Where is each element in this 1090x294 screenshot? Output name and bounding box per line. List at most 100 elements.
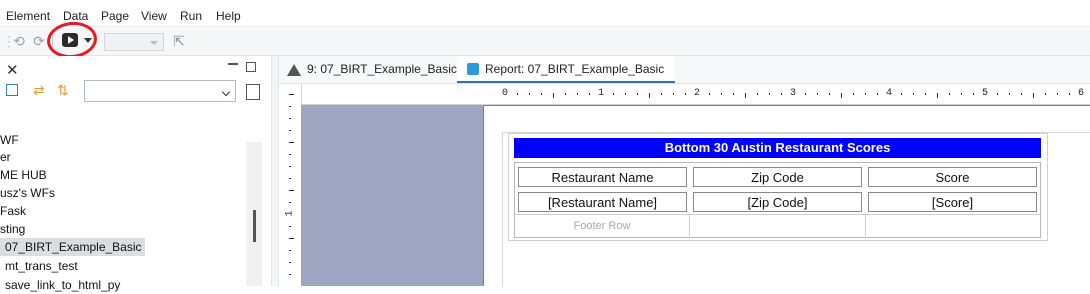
- ruler-tick: [289, 190, 294, 191]
- ruler-tick: [289, 250, 291, 251]
- menu-help[interactable]: Help: [216, 9, 241, 23]
- tree-item[interactable]: sting: [0, 220, 25, 238]
- tree-item-selected[interactable]: 07_BIRT_Example_Basic: [0, 238, 145, 256]
- tree-item[interactable]: er: [0, 148, 11, 166]
- tree-item[interactable]: save_link_to_html_py: [5, 276, 120, 294]
- report-editor: 0 1 2 3 4 5 6 1 Bottom 30 Austin Restaurant Sc…: [279, 84, 1090, 287]
- ruler-tick: [289, 226, 291, 227]
- ruler-tick: [565, 93, 566, 95]
- vertical-ruler: 1: [279, 84, 302, 286]
- tree-item[interactable]: usz's WFs: [0, 184, 55, 202]
- navigate-icon[interactable]: ⇱: [170, 32, 188, 50]
- ruler-tick: [577, 93, 578, 95]
- editor-tabs: 9: 07_BIRT_Example_Basic Report: 07_BIRT…: [279, 56, 1090, 84]
- ruler-tick: [289, 154, 291, 155]
- detail-cell[interactable]: [Restaurant Name]: [518, 192, 687, 212]
- ruler-tick: [289, 262, 291, 263]
- ruler-tick: [685, 93, 686, 95]
- ruler-tick: [949, 93, 950, 95]
- header-cell[interactable]: Score: [868, 167, 1037, 187]
- menu-element[interactable]: Element: [6, 9, 50, 23]
- maximize-icon[interactable]: [246, 62, 256, 72]
- report-icon: [467, 63, 479, 75]
- header-cell[interactable]: Zip Code: [693, 167, 862, 187]
- menu-page[interactable]: Page: [101, 9, 129, 23]
- report-table[interactable]: Restaurant Name Zip Code Score [Restaura…: [514, 162, 1041, 238]
- ruler-tick: [541, 93, 542, 95]
- ruler-tick: [649, 93, 650, 98]
- undo-icon[interactable]: ⟲: [10, 32, 28, 50]
- ruler-tick: [673, 93, 674, 95]
- tree-item[interactable]: mt_trans_test: [5, 257, 78, 275]
- ruler-tick: [289, 142, 294, 143]
- ruler-tick: [1069, 93, 1070, 95]
- ruler-tick: [289, 274, 291, 275]
- menu-bar: Element Data Page View Run Help: [0, 0, 1090, 27]
- ruler-tick: [841, 93, 842, 98]
- ruler-tick: [937, 93, 938, 98]
- ruler-tick: [877, 93, 878, 95]
- filter-combo[interactable]: [84, 80, 236, 102]
- tab-workflow[interactable]: 9: 07_BIRT_Example_Basic: [279, 56, 477, 83]
- ruler-tick: [805, 93, 806, 95]
- chevron-down-icon: [221, 87, 231, 97]
- tab-label: 9: 07_BIRT_Example_Basic: [307, 62, 457, 76]
- footer-cell[interactable]: [690, 214, 866, 236]
- menu-view[interactable]: View: [141, 9, 167, 23]
- tree-item[interactable]: WF: [0, 131, 19, 149]
- ruler-tick: [1057, 93, 1058, 95]
- toolbar-combo[interactable]: [104, 33, 164, 51]
- footer-cell[interactable]: Footer Row: [515, 214, 690, 236]
- tab-report[interactable]: Report: 07_BIRT_Example_Basic: [457, 56, 675, 83]
- ruler-label: 1: [284, 210, 296, 217]
- toolbar-grip-icon: ⋮: [2, 33, 16, 49]
- report-title[interactable]: Bottom 30 Austin Restaurant Scores: [514, 138, 1041, 158]
- collapse-all-icon[interactable]: [6, 84, 18, 96]
- ruler-tick: [289, 118, 291, 119]
- report-page: Bottom 30 Austin Restaurant Scores Resta…: [483, 105, 1090, 287]
- ruler-tick: [853, 93, 854, 95]
- ruler-tick: [289, 166, 291, 167]
- detail-cell[interactable]: [Zip Code]: [693, 192, 862, 212]
- ruler-tick: [1009, 93, 1010, 95]
- ruler-tick: [757, 93, 758, 95]
- ruler-tick: [769, 93, 770, 95]
- tree-item[interactable]: ME HUB: [0, 166, 47, 184]
- ruler-label: 6: [1078, 88, 1085, 99]
- ruler-tick: [289, 130, 291, 131]
- report-grid[interactable]: Bottom 30 Austin Restaurant Scores Resta…: [508, 133, 1048, 241]
- ruler-tick: [1021, 93, 1022, 95]
- ruler-tick: [613, 93, 614, 95]
- header-cell[interactable]: Restaurant Name: [518, 167, 687, 187]
- ruler-tick: [925, 93, 926, 95]
- sync-icon[interactable]: ⇄: [33, 82, 45, 99]
- redo-icon[interactable]: ⟳: [30, 32, 48, 50]
- navigator-panel: ✕ ⇄ ⇅ WF er ME HUB usz's WFs Fask sting …: [0, 56, 271, 292]
- minimize-icon[interactable]: [228, 60, 238, 65]
- ruler-tick: [901, 93, 902, 95]
- ruler-tick: [553, 93, 554, 98]
- ruler-tick: [961, 93, 962, 95]
- ruler-tick: [517, 93, 518, 95]
- ruler-label: 3: [790, 88, 797, 99]
- ruler-label: 1: [598, 88, 605, 99]
- ruler-tick: [637, 93, 638, 95]
- panel-divider[interactable]: [271, 56, 279, 286]
- ruler-tick: [625, 93, 626, 95]
- scrollbar-thumb[interactable]: [253, 210, 256, 242]
- footer-cell[interactable]: [866, 214, 1040, 236]
- detail-cell[interactable]: [Score]: [868, 192, 1037, 212]
- menu-run[interactable]: Run: [180, 9, 202, 23]
- close-icon[interactable]: ✕: [6, 61, 19, 79]
- ruler-tick: [865, 93, 866, 95]
- ruler-tick: [289, 202, 291, 203]
- ruler-tick: [289, 94, 294, 95]
- document-icon[interactable]: [246, 84, 260, 100]
- ruler-label: 5: [982, 88, 989, 99]
- ruler-tick: [721, 93, 722, 95]
- tree-item[interactable]: Fask: [0, 202, 26, 220]
- ruler-tick: [817, 93, 818, 95]
- ruler-tick: [829, 93, 830, 95]
- ruler-label: 4: [886, 88, 893, 99]
- link-icon[interactable]: ⇅: [57, 82, 69, 99]
